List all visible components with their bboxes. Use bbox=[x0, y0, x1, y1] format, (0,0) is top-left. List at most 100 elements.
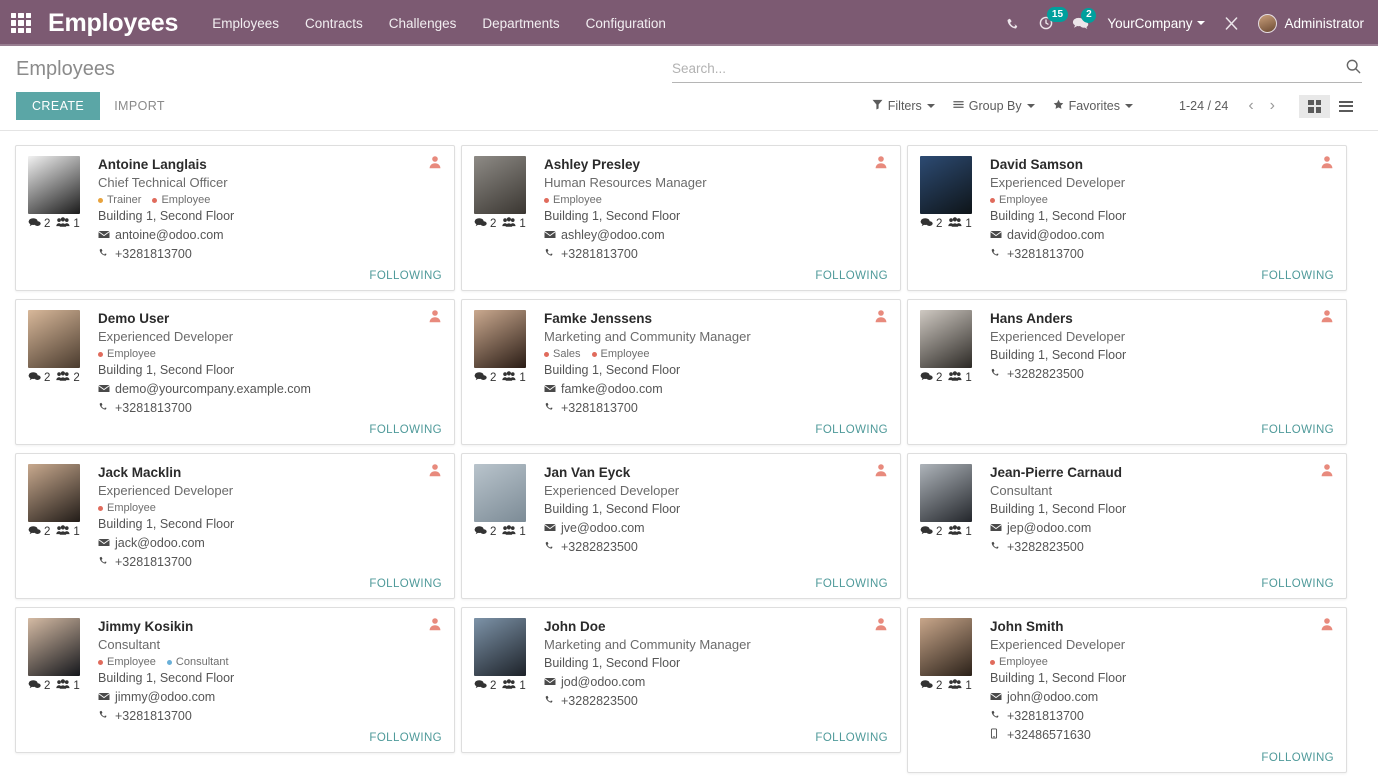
comment-icon[interactable] bbox=[474, 679, 487, 693]
create-button[interactable]: CREATE bbox=[16, 92, 101, 120]
comment-icon[interactable] bbox=[920, 679, 933, 693]
employee-name[interactable]: John Smith bbox=[990, 618, 1334, 636]
user-icon[interactable] bbox=[1320, 617, 1334, 633]
employee-phone[interactable]: +3281813700 bbox=[115, 245, 192, 264]
employee-name[interactable]: Jan Van Eyck bbox=[544, 464, 888, 482]
user-icon[interactable] bbox=[428, 309, 442, 325]
list-view-icon[interactable] bbox=[1330, 95, 1362, 118]
employee-phone[interactable]: +3281813700 bbox=[115, 553, 192, 572]
user-menu[interactable]: Administrator bbox=[1258, 13, 1364, 33]
employee-card[interactable]: 2 1 Ashley Presley Human Resources Manager E… bbox=[461, 145, 901, 291]
user-icon[interactable] bbox=[874, 309, 888, 325]
phone-icon[interactable] bbox=[1005, 16, 1020, 31]
users-icon[interactable] bbox=[948, 525, 962, 539]
employee-card[interactable]: 2 1 John Doe Marketing and Community Manage… bbox=[461, 607, 901, 753]
employee-phone[interactable]: +3281813700 bbox=[561, 245, 638, 264]
employee-name[interactable]: Jean-Pierre Carnaud bbox=[990, 464, 1334, 482]
comment-icon[interactable] bbox=[28, 217, 41, 231]
employee-name[interactable]: Hans Anders bbox=[990, 310, 1334, 328]
employee-card[interactable]: 2 1 John Smith Experienced Developer Employe… bbox=[907, 607, 1347, 773]
employee-name[interactable]: John Doe bbox=[544, 618, 888, 636]
users-icon[interactable] bbox=[56, 371, 70, 385]
users-icon[interactable] bbox=[56, 217, 70, 231]
groupby-dropdown[interactable]: Group By bbox=[953, 99, 1035, 113]
comment-icon[interactable] bbox=[474, 217, 487, 231]
tools-icon[interactable] bbox=[1223, 15, 1240, 32]
menu-item-departments[interactable]: Departments bbox=[482, 16, 559, 31]
employee-mobile[interactable]: +32486571630 bbox=[1007, 726, 1091, 745]
comment-icon[interactable] bbox=[28, 525, 41, 539]
employee-name[interactable]: Jimmy Kosikin bbox=[98, 618, 442, 636]
users-icon[interactable] bbox=[502, 679, 516, 693]
following-button[interactable]: FOLLOWING bbox=[815, 732, 888, 744]
employee-phone[interactable]: +3281813700 bbox=[1007, 707, 1084, 726]
employee-name[interactable]: Ashley Presley bbox=[544, 156, 888, 174]
employee-card[interactable]: 2 1 Jan Van Eyck Experienced Developer Build… bbox=[461, 453, 901, 599]
comment-icon[interactable] bbox=[474, 371, 487, 385]
comment-icon[interactable] bbox=[28, 679, 41, 693]
chevron-left-icon[interactable]: ‹ bbox=[1242, 96, 1259, 116]
menu-item-employees[interactable]: Employees bbox=[212, 16, 279, 31]
comment-icon[interactable] bbox=[474, 525, 487, 539]
employee-card[interactable]: 2 1 Jack Macklin Experienced Developer Emplo… bbox=[15, 453, 455, 599]
users-icon[interactable] bbox=[948, 679, 962, 693]
employee-name[interactable]: Famke Jenssens bbox=[544, 310, 888, 328]
menu-item-challenges[interactable]: Challenges bbox=[389, 16, 457, 31]
employee-email[interactable]: jimmy@odoo.com bbox=[115, 688, 215, 707]
employee-phone[interactable]: +3282823500 bbox=[1007, 365, 1084, 384]
employee-email[interactable]: jod@odoo.com bbox=[561, 673, 645, 692]
employee-phone[interactable]: +3282823500 bbox=[561, 692, 638, 711]
company-switcher[interactable]: YourCompany bbox=[1107, 16, 1206, 31]
employee-name[interactable]: Demo User bbox=[98, 310, 442, 328]
employee-name[interactable]: Antoine Langlais bbox=[98, 156, 442, 174]
users-icon[interactable] bbox=[948, 371, 962, 385]
comment-icon[interactable] bbox=[920, 371, 933, 385]
following-button[interactable]: FOLLOWING bbox=[815, 424, 888, 436]
apps-grid-icon[interactable] bbox=[8, 10, 34, 36]
employee-email[interactable]: john@odoo.com bbox=[1007, 688, 1098, 707]
magnifier-icon[interactable] bbox=[1345, 58, 1362, 79]
employee-name[interactable]: Jack Macklin bbox=[98, 464, 442, 482]
following-button[interactable]: FOLLOWING bbox=[815, 578, 888, 590]
user-icon[interactable] bbox=[428, 155, 442, 171]
user-icon[interactable] bbox=[1320, 155, 1334, 171]
following-button[interactable]: FOLLOWING bbox=[369, 270, 442, 282]
employee-email[interactable]: antoine@odoo.com bbox=[115, 226, 224, 245]
user-icon[interactable] bbox=[1320, 463, 1334, 479]
employee-phone[interactable]: +3281813700 bbox=[1007, 245, 1084, 264]
menu-item-contracts[interactable]: Contracts bbox=[305, 16, 363, 31]
comment-icon[interactable] bbox=[28, 371, 41, 385]
following-button[interactable]: FOLLOWING bbox=[369, 732, 442, 744]
comment-icon[interactable] bbox=[920, 525, 933, 539]
clock-icon[interactable]: 15 bbox=[1038, 7, 1068, 31]
employee-email[interactable]: jep@odoo.com bbox=[1007, 519, 1091, 538]
following-button[interactable]: FOLLOWING bbox=[1261, 752, 1334, 764]
following-button[interactable]: FOLLOWING bbox=[1261, 424, 1334, 436]
employee-name[interactable]: David Samson bbox=[990, 156, 1334, 174]
following-button[interactable]: FOLLOWING bbox=[815, 270, 888, 282]
user-icon[interactable] bbox=[874, 617, 888, 633]
employee-card[interactable]: 2 2 Demo User Experienced Developer Employee… bbox=[15, 299, 455, 445]
users-icon[interactable] bbox=[502, 525, 516, 539]
employee-email[interactable]: david@odoo.com bbox=[1007, 226, 1104, 245]
employee-email[interactable]: ashley@odoo.com bbox=[561, 226, 665, 245]
users-icon[interactable] bbox=[56, 679, 70, 693]
employee-card[interactable]: 2 1 David Samson Experienced Developer Emplo… bbox=[907, 145, 1347, 291]
user-icon[interactable] bbox=[428, 617, 442, 633]
following-button[interactable]: FOLLOWING bbox=[369, 424, 442, 436]
employee-phone[interactable]: +3281813700 bbox=[115, 707, 192, 726]
chat-bubble-icon[interactable]: 2 bbox=[1072, 7, 1097, 31]
following-button[interactable]: FOLLOWING bbox=[369, 578, 442, 590]
employee-phone[interactable]: +3281813700 bbox=[115, 399, 192, 418]
employee-phone[interactable]: +3282823500 bbox=[1007, 538, 1084, 557]
import-button[interactable]: IMPORT bbox=[100, 92, 179, 120]
employee-card[interactable]: 2 1 Hans Anders Experienced Developer Buildi… bbox=[907, 299, 1347, 445]
employee-card[interactable]: 2 1 Jimmy Kosikin Consultant Employee Consult… bbox=[15, 607, 455, 753]
favorites-dropdown[interactable]: Favorites bbox=[1053, 99, 1133, 113]
users-icon[interactable] bbox=[56, 525, 70, 539]
employee-email[interactable]: jack@odoo.com bbox=[115, 534, 205, 553]
filters-dropdown[interactable]: Filters bbox=[872, 99, 935, 113]
menu-item-configuration[interactable]: Configuration bbox=[586, 16, 666, 31]
user-icon[interactable] bbox=[428, 463, 442, 479]
kanban-view-icon[interactable] bbox=[1299, 94, 1330, 118]
